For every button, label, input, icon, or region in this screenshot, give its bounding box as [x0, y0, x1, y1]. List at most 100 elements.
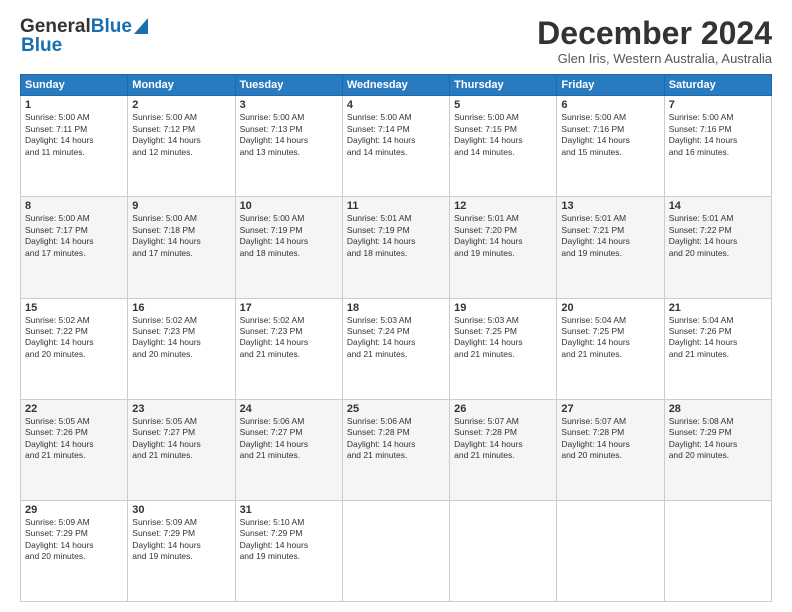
day-number: 8 — [25, 200, 123, 212]
calendar-cell: 13Sunrise: 5:01 AM Sunset: 7:21 PM Dayli… — [557, 197, 664, 298]
day-number: 28 — [669, 403, 767, 415]
day-number: 5 — [454, 99, 552, 111]
calendar-cell: 11Sunrise: 5:01 AM Sunset: 7:19 PM Dayli… — [342, 197, 449, 298]
calendar-cell: 27Sunrise: 5:07 AM Sunset: 7:28 PM Dayli… — [557, 399, 664, 500]
weekday-header-friday: Friday — [557, 75, 664, 96]
calendar-cell: 1Sunrise: 5:00 AM Sunset: 7:11 PM Daylig… — [21, 96, 128, 197]
day-info: Sunrise: 5:09 AM Sunset: 7:29 PM Dayligh… — [25, 517, 123, 563]
day-number: 15 — [25, 302, 123, 314]
day-number: 16 — [132, 302, 230, 314]
day-number: 30 — [132, 504, 230, 516]
day-info: Sunrise: 5:00 AM Sunset: 7:14 PM Dayligh… — [347, 112, 445, 158]
calendar-cell — [664, 500, 771, 601]
day-info: Sunrise: 5:00 AM Sunset: 7:18 PM Dayligh… — [132, 213, 230, 259]
day-info: Sunrise: 5:06 AM Sunset: 7:28 PM Dayligh… — [347, 416, 445, 462]
day-info: Sunrise: 5:05 AM Sunset: 7:26 PM Dayligh… — [25, 416, 123, 462]
day-number: 11 — [347, 200, 445, 212]
day-info: Sunrise: 5:00 AM Sunset: 7:16 PM Dayligh… — [669, 112, 767, 158]
calendar-cell: 9Sunrise: 5:00 AM Sunset: 7:18 PM Daylig… — [128, 197, 235, 298]
weekday-header-saturday: Saturday — [664, 75, 771, 96]
day-number: 17 — [240, 302, 338, 314]
day-number: 22 — [25, 403, 123, 415]
day-number: 13 — [561, 200, 659, 212]
calendar-cell: 2Sunrise: 5:00 AM Sunset: 7:12 PM Daylig… — [128, 96, 235, 197]
calendar-cell: 3Sunrise: 5:00 AM Sunset: 7:13 PM Daylig… — [235, 96, 342, 197]
calendar-cell: 31Sunrise: 5:10 AM Sunset: 7:29 PM Dayli… — [235, 500, 342, 601]
day-info: Sunrise: 5:07 AM Sunset: 7:28 PM Dayligh… — [454, 416, 552, 462]
calendar-cell: 8Sunrise: 5:00 AM Sunset: 7:17 PM Daylig… — [21, 197, 128, 298]
day-info: Sunrise: 5:09 AM Sunset: 7:29 PM Dayligh… — [132, 517, 230, 563]
weekday-header-tuesday: Tuesday — [235, 75, 342, 96]
calendar-cell — [450, 500, 557, 601]
calendar-cell: 16Sunrise: 5:02 AM Sunset: 7:23 PM Dayli… — [128, 298, 235, 399]
day-info: Sunrise: 5:05 AM Sunset: 7:27 PM Dayligh… — [132, 416, 230, 462]
day-info: Sunrise: 5:03 AM Sunset: 7:25 PM Dayligh… — [454, 315, 552, 361]
calendar-cell: 23Sunrise: 5:05 AM Sunset: 7:27 PM Dayli… — [128, 399, 235, 500]
day-info: Sunrise: 5:01 AM Sunset: 7:19 PM Dayligh… — [347, 213, 445, 259]
calendar-cell: 14Sunrise: 5:01 AM Sunset: 7:22 PM Dayli… — [664, 197, 771, 298]
day-number: 10 — [240, 200, 338, 212]
calendar-cell: 6Sunrise: 5:00 AM Sunset: 7:16 PM Daylig… — [557, 96, 664, 197]
day-info: Sunrise: 5:00 AM Sunset: 7:12 PM Dayligh… — [132, 112, 230, 158]
calendar-cell: 12Sunrise: 5:01 AM Sunset: 7:20 PM Dayli… — [450, 197, 557, 298]
day-number: 21 — [669, 302, 767, 314]
day-info: Sunrise: 5:03 AM Sunset: 7:24 PM Dayligh… — [347, 315, 445, 361]
day-info: Sunrise: 5:00 AM Sunset: 7:13 PM Dayligh… — [240, 112, 338, 158]
day-info: Sunrise: 5:00 AM Sunset: 7:19 PM Dayligh… — [240, 213, 338, 259]
calendar-cell: 26Sunrise: 5:07 AM Sunset: 7:28 PM Dayli… — [450, 399, 557, 500]
day-number: 6 — [561, 99, 659, 111]
logo-line2: Blue — [20, 35, 62, 57]
day-number: 9 — [132, 200, 230, 212]
day-info: Sunrise: 5:04 AM Sunset: 7:26 PM Dayligh… — [669, 315, 767, 361]
location: Glen Iris, Western Australia, Australia — [537, 51, 772, 66]
day-info: Sunrise: 5:00 AM Sunset: 7:15 PM Dayligh… — [454, 112, 552, 158]
day-number: 23 — [132, 403, 230, 415]
day-info: Sunrise: 5:00 AM Sunset: 7:17 PM Dayligh… — [25, 213, 123, 259]
logo-triangle-icon — [134, 18, 148, 39]
day-number: 19 — [454, 302, 552, 314]
day-number: 20 — [561, 302, 659, 314]
calendar-cell — [557, 500, 664, 601]
day-info: Sunrise: 5:00 AM Sunset: 7:16 PM Dayligh… — [561, 112, 659, 158]
calendar-cell: 17Sunrise: 5:02 AM Sunset: 7:23 PM Dayli… — [235, 298, 342, 399]
calendar-cell: 29Sunrise: 5:09 AM Sunset: 7:29 PM Dayli… — [21, 500, 128, 601]
day-info: Sunrise: 5:07 AM Sunset: 7:28 PM Dayligh… — [561, 416, 659, 462]
day-number: 3 — [240, 99, 338, 111]
calendar-cell: 28Sunrise: 5:08 AM Sunset: 7:29 PM Dayli… — [664, 399, 771, 500]
day-number: 26 — [454, 403, 552, 415]
weekday-header-monday: Monday — [128, 75, 235, 96]
weekday-header-thursday: Thursday — [450, 75, 557, 96]
day-info: Sunrise: 5:04 AM Sunset: 7:25 PM Dayligh… — [561, 315, 659, 361]
calendar-cell: 18Sunrise: 5:03 AM Sunset: 7:24 PM Dayli… — [342, 298, 449, 399]
day-info: Sunrise: 5:02 AM Sunset: 7:22 PM Dayligh… — [25, 315, 123, 361]
day-number: 31 — [240, 504, 338, 516]
day-number: 1 — [25, 99, 123, 111]
title-area: December 2024 Glen Iris, Western Austral… — [537, 16, 772, 66]
day-info: Sunrise: 5:06 AM Sunset: 7:27 PM Dayligh… — [240, 416, 338, 462]
logo: General Blue Blue — [20, 16, 148, 57]
day-number: 4 — [347, 99, 445, 111]
day-number: 12 — [454, 200, 552, 212]
day-number: 14 — [669, 200, 767, 212]
calendar-cell: 15Sunrise: 5:02 AM Sunset: 7:22 PM Dayli… — [21, 298, 128, 399]
calendar-table: SundayMondayTuesdayWednesdayThursdayFrid… — [20, 74, 772, 602]
weekday-header-wednesday: Wednesday — [342, 75, 449, 96]
calendar-cell: 5Sunrise: 5:00 AM Sunset: 7:15 PM Daylig… — [450, 96, 557, 197]
calendar-cell: 24Sunrise: 5:06 AM Sunset: 7:27 PM Dayli… — [235, 399, 342, 500]
day-info: Sunrise: 5:00 AM Sunset: 7:11 PM Dayligh… — [25, 112, 123, 158]
calendar-cell: 21Sunrise: 5:04 AM Sunset: 7:26 PM Dayli… — [664, 298, 771, 399]
day-info: Sunrise: 5:08 AM Sunset: 7:29 PM Dayligh… — [669, 416, 767, 462]
day-number: 29 — [25, 504, 123, 516]
month-title: December 2024 — [537, 16, 772, 51]
calendar-cell: 30Sunrise: 5:09 AM Sunset: 7:29 PM Dayli… — [128, 500, 235, 601]
day-number: 25 — [347, 403, 445, 415]
day-number: 18 — [347, 302, 445, 314]
calendar-cell — [342, 500, 449, 601]
logo-blue-text: Blue — [91, 16, 132, 38]
calendar-cell: 7Sunrise: 5:00 AM Sunset: 7:16 PM Daylig… — [664, 96, 771, 197]
day-number: 27 — [561, 403, 659, 415]
calendar-cell: 4Sunrise: 5:00 AM Sunset: 7:14 PM Daylig… — [342, 96, 449, 197]
day-info: Sunrise: 5:01 AM Sunset: 7:22 PM Dayligh… — [669, 213, 767, 259]
day-info: Sunrise: 5:02 AM Sunset: 7:23 PM Dayligh… — [240, 315, 338, 361]
calendar-cell: 19Sunrise: 5:03 AM Sunset: 7:25 PM Dayli… — [450, 298, 557, 399]
